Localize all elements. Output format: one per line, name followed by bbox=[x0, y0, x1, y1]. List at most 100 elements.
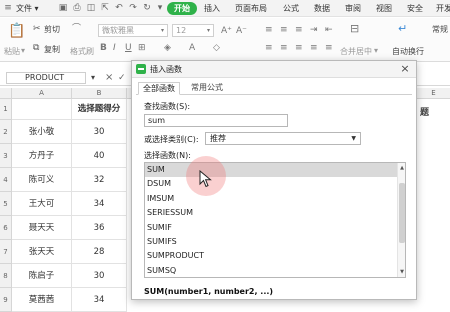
fill-color-icon[interactable]: ◈ bbox=[164, 43, 171, 53]
dialog-title-bar[interactable]: 插入函数 × bbox=[132, 61, 416, 78]
row-header[interactable]: 5 bbox=[0, 192, 12, 216]
tab-view[interactable]: 视图 bbox=[376, 2, 392, 15]
cut-button[interactable]: 剪切 bbox=[44, 24, 60, 35]
cell-name[interactable]: 张小敬 bbox=[12, 120, 72, 144]
function-item[interactable]: SUMIFS bbox=[145, 235, 398, 249]
select-all-corner[interactable] bbox=[0, 88, 12, 99]
cell-score[interactable]: 40 bbox=[72, 144, 127, 168]
align-middle-icon[interactable]: ≡ bbox=[280, 25, 288, 35]
repeat-icon[interactable]: ↻ bbox=[142, 3, 152, 13]
row-header[interactable]: 4 bbox=[0, 168, 12, 192]
align-top-icon[interactable]: ≡ bbox=[265, 25, 273, 35]
function-item[interactable]: DSUM bbox=[145, 177, 398, 191]
cell-score[interactable]: 30 bbox=[72, 120, 127, 144]
align-right-icon[interactable]: ≡ bbox=[295, 43, 303, 53]
tab-insert[interactable]: 插入 bbox=[204, 2, 220, 15]
quick-access-dropdown-icon[interactable]: ▾ bbox=[155, 3, 165, 13]
cell-name[interactable]: 王大可 bbox=[12, 192, 72, 216]
menu-icon[interactable]: ≡ bbox=[3, 3, 13, 13]
tab-data[interactable]: 数据 bbox=[314, 2, 330, 15]
cell-name[interactable]: 莫茜茜 bbox=[12, 288, 72, 312]
paste-button[interactable]: 粘贴 bbox=[4, 46, 20, 57]
wrap-text-button[interactable]: 自动换行 bbox=[392, 46, 424, 57]
underline-icon[interactable]: U bbox=[125, 43, 132, 53]
function-item-selected[interactable]: SUM bbox=[145, 163, 398, 178]
merge-center-button[interactable]: 合并居中 bbox=[340, 46, 372, 57]
save-icon[interactable]: ▣ bbox=[58, 3, 68, 13]
tab-review[interactable]: 审阅 bbox=[345, 2, 361, 15]
tab-page-layout[interactable]: 页面布局 bbox=[235, 2, 267, 15]
merge-center-dropdown-icon[interactable]: ▾ bbox=[374, 46, 378, 55]
decrease-font-icon[interactable]: A⁻ bbox=[236, 26, 247, 36]
row-header[interactable]: 6 bbox=[0, 216, 12, 240]
outdent-icon[interactable]: ⇤ bbox=[325, 25, 333, 35]
tab-developer[interactable]: 开发 bbox=[436, 2, 450, 15]
font-size-select[interactable]: 12 ▾ bbox=[172, 24, 214, 37]
function-item[interactable]: SUMIF bbox=[145, 221, 398, 235]
cell-e1-header-fragment[interactable]: 题 bbox=[420, 105, 429, 118]
redo-icon[interactable]: ↷ bbox=[128, 3, 138, 13]
number-format-select[interactable]: 常规 bbox=[432, 24, 448, 35]
paste-dropdown-icon[interactable]: ▾ bbox=[21, 46, 25, 55]
tab-security[interactable]: 安全 bbox=[407, 2, 423, 15]
align-left-icon[interactable]: ≡ bbox=[265, 43, 273, 53]
font-color-icon[interactable]: A bbox=[189, 43, 195, 53]
cell-name[interactable]: 方丹子 bbox=[12, 144, 72, 168]
justify-icon[interactable]: ≡ bbox=[310, 43, 318, 53]
function-item[interactable]: SUMPRODUCT bbox=[145, 249, 398, 263]
preview-icon[interactable]: ◫ bbox=[86, 3, 96, 13]
clear-icon[interactable]: ◇ bbox=[213, 43, 220, 53]
cell-score[interactable]: 36 bbox=[72, 216, 127, 240]
cell-a1[interactable] bbox=[12, 99, 72, 120]
copy-button[interactable]: 复制 bbox=[44, 44, 60, 55]
tab-home[interactable]: 开始 bbox=[167, 2, 197, 15]
border-icon[interactable]: ⊞ bbox=[138, 43, 146, 53]
cell-name[interactable]: 张天天 bbox=[12, 240, 72, 264]
function-item[interactable]: SERIESSUM bbox=[145, 206, 398, 220]
cell-score[interactable]: 34 bbox=[72, 288, 127, 312]
column-header-b[interactable]: B bbox=[72, 88, 127, 99]
tab-all-functions[interactable]: 全部函数 bbox=[138, 82, 180, 95]
column-header-a[interactable]: A bbox=[12, 88, 72, 99]
function-list[interactable]: SUM DSUM IMSUM SERIESSUM SUMIF SUMIFS SU… bbox=[144, 162, 406, 278]
undo-icon[interactable]: ↶ bbox=[114, 3, 124, 13]
merge-center-icon[interactable]: ⊟ bbox=[350, 23, 359, 34]
cell-score[interactable]: 30 bbox=[72, 264, 127, 288]
scroll-thumb[interactable] bbox=[399, 183, 405, 243]
print-icon[interactable]: ⎙ bbox=[72, 3, 82, 13]
confirm-icon[interactable]: ✓ bbox=[118, 72, 126, 84]
increase-font-icon[interactable]: A⁺ bbox=[221, 26, 232, 36]
cell-score[interactable]: 34 bbox=[72, 192, 127, 216]
function-item[interactable]: IMSUM bbox=[145, 192, 398, 206]
row-header[interactable]: 3 bbox=[0, 144, 12, 168]
scroll-down-icon[interactable]: ▼ bbox=[398, 268, 405, 276]
tab-formulas[interactable]: 公式 bbox=[283, 2, 299, 15]
search-function-input[interactable] bbox=[144, 114, 288, 127]
scroll-up-icon[interactable]: ▲ bbox=[398, 164, 405, 172]
cell-score[interactable]: 32 bbox=[72, 168, 127, 192]
row-header[interactable]: 9 bbox=[0, 288, 12, 312]
menu-file[interactable]: 文件 ▾ bbox=[16, 2, 39, 15]
cell-score[interactable]: 28 bbox=[72, 240, 127, 264]
format-painter-button[interactable]: 格式刷 bbox=[70, 46, 94, 57]
column-header-e[interactable]: E bbox=[417, 88, 450, 99]
bold-icon[interactable]: B bbox=[100, 43, 107, 53]
name-box[interactable]: PRODUCT bbox=[6, 72, 86, 84]
cell-name[interactable]: 聂天天 bbox=[12, 216, 72, 240]
format-painter-icon[interactable]: ⌒ bbox=[72, 24, 81, 34]
distributed-icon[interactable]: ≡ bbox=[325, 43, 333, 53]
indent-icon[interactable]: ⇥ bbox=[310, 25, 318, 35]
name-box-dropdown-icon[interactable]: ▾ bbox=[91, 72, 95, 84]
wrap-text-icon[interactable]: ↵ bbox=[398, 23, 407, 34]
row-header[interactable]: 1 bbox=[0, 99, 12, 120]
cancel-icon[interactable]: × bbox=[105, 72, 113, 84]
cell-name[interactable]: 陈可义 bbox=[12, 168, 72, 192]
function-item[interactable]: SUMSQ bbox=[145, 264, 398, 277]
paste-icon[interactable]: 📋 bbox=[8, 24, 25, 38]
font-name-select[interactable]: 微软雅黑 ▾ bbox=[98, 24, 168, 37]
category-select[interactable]: 推荐 ▼ bbox=[205, 132, 361, 145]
function-list-scrollbar[interactable]: ▲ ▼ bbox=[397, 163, 405, 277]
row-header[interactable]: 2 bbox=[0, 120, 12, 144]
row-header[interactable]: 7 bbox=[0, 240, 12, 264]
row-header[interactable]: 8 bbox=[0, 264, 12, 288]
